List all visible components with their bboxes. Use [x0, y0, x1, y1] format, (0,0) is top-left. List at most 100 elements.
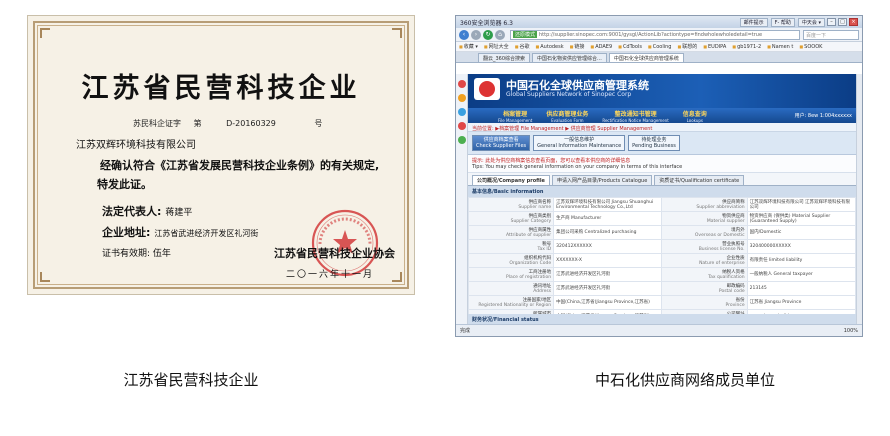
field-label-en: Tax qualification — [708, 274, 745, 280]
valid-label: 证书有效期: — [102, 249, 151, 259]
field-value: 江苏武进经济开发区礼河街 — [553, 267, 663, 282]
field-label: 供应商简称 — [722, 199, 745, 205]
menu-label: 信息查询 — [682, 110, 707, 118]
title-badge[interactable]: 邮件提示 — [739, 17, 768, 27]
check-supplier-files-button[interactable]: 供应商档案查看 Check Supplier Files — [472, 135, 531, 151]
pending-business-button[interactable]: 待处理业务 Pending Business — [628, 135, 680, 151]
field-value: 江苏武进经济开发区礼河街 — [553, 281, 663, 296]
field-label: 邮政编码 — [726, 283, 745, 289]
scrollbar[interactable] — [856, 74, 862, 324]
field-label-en: Place of registration — [505, 274, 552, 280]
sidebar-app-icon[interactable] — [458, 94, 466, 102]
address-bar[interactable]: 还原模式 http://supplier.sinopec.com:9001/gy… — [510, 29, 800, 40]
menu-item-lookups[interactable]: 信息查询 Lookups — [683, 109, 707, 123]
general-info-maintenance-button[interactable]: 一般信息维护 General Information Maintenance — [533, 135, 626, 151]
browser-tab[interactable]: 中国石化物资供应管理综合... — [532, 53, 607, 62]
field-label-cell: 组织机构代码 Organization Code — [468, 253, 555, 268]
bookmark-item[interactable]: EUDIPA — [703, 44, 726, 50]
zoom-level[interactable]: 100% — [844, 328, 858, 334]
field-label-en: Postal code — [718, 288, 745, 294]
search-input[interactable]: 百度一下 — [803, 29, 859, 40]
minimize-icon[interactable]: – — [827, 18, 836, 26]
bookmark-item[interactable]: 收藏 ▾ — [459, 43, 478, 50]
certificate-frame: 江苏省民营科技企业 苏民科企证字 第 D-20160329 号 江苏双辉环境科技… — [33, 21, 409, 289]
function-buttons: 供应商档案查看 Check Supplier Files 一般信息维护 Gene… — [468, 132, 856, 155]
bookmark-item[interactable]: Namen t — [767, 44, 793, 50]
bookmark-item[interactable]: 链接 — [570, 43, 584, 50]
tip-text: 提示: 此处为供应商档案信息查看页面，您可以查看本供应商的详细信息 Tips: … — [468, 155, 856, 173]
field-label-cell: 工商注册地 Place of registration — [468, 267, 555, 282]
bookmark-item[interactable]: SOOOK — [799, 44, 822, 50]
menu-label-en: Evaluation Form — [551, 117, 584, 123]
sidebar-app-icon[interactable] — [458, 136, 466, 144]
certificate-image: 江苏省民营科技企业 苏民科企证字 第 D-20160329 号 江苏双辉环境科技… — [27, 15, 415, 295]
browser-titlebar: 360安全浏览器 6.3 邮件提示 F- 帮助 中天会 ▾ – □ × — [456, 16, 862, 28]
title-badge[interactable]: F- 帮助 — [770, 17, 795, 27]
bookmark-item[interactable]: Autodesk — [535, 44, 563, 50]
forward-icon[interactable]: › — [471, 29, 481, 40]
tab-products-catalogue[interactable]: 申请入网产品目录/Products Catalogue — [551, 175, 653, 185]
bookmark-item[interactable]: gb1971-2 — [732, 44, 761, 50]
sidebar-app-icon[interactable] — [458, 108, 466, 116]
close-icon[interactable]: × — [849, 18, 858, 26]
financial-status-header: 财务状况/Financial status — [468, 314, 856, 324]
bookmark-item[interactable]: Cooling — [648, 44, 672, 50]
field-label-en: Overseas or Domestic — [694, 232, 745, 238]
user-info: 用户: 8ew 1:004xxxxxx — [794, 113, 852, 119]
home-icon[interactable]: ⌂ — [495, 29, 505, 40]
field-label: 工商注册地 — [528, 269, 552, 275]
menu-label-en: Rectification Notice Management — [602, 117, 669, 123]
field-label-en: Supplier name — [518, 204, 552, 210]
field-label-cell: 通讯地址 Address — [468, 281, 555, 296]
address-url: http://supplier.sinopec.com:9001/gysgl/A… — [539, 31, 763, 38]
menu-item-rectification[interactable]: 整改通知书管理 Rectification Notice Management — [602, 109, 668, 123]
browser-tabbar: 翻云_360综合搜索 中国石化物资供应管理综合... 中国石化全球供应商管理系统 — [456, 52, 862, 63]
sidebar-app-icon[interactable] — [458, 80, 466, 88]
tab-company-profile[interactable]: 公司概况/Company profile — [472, 175, 550, 185]
button-label-en: Pending Business — [632, 143, 676, 149]
bookmark-item[interactable]: ADAE9 — [590, 44, 612, 50]
refresh-icon[interactable]: ↻ — [483, 29, 493, 40]
browser-tab[interactable]: 翻云_360综合搜索 — [478, 53, 531, 62]
frame-corner — [40, 28, 50, 38]
menu-label-en: File Management — [498, 117, 533, 123]
bookmark-item[interactable]: 联想的 — [677, 43, 697, 50]
field-label-cell: 税号 Tax ID — [468, 239, 555, 254]
table-row: 通讯地址 Address 江苏武进经济开发区礼河街 邮政编码 Postal code 21… — [468, 281, 856, 296]
tab-qualification[interactable]: 资质证书/Qualification certificate — [654, 175, 745, 185]
table-row: 注册国家/地区 Registered Nationality or Region 中… — [468, 295, 856, 310]
status-text: 完成 — [460, 328, 471, 334]
field-value: 有限责任 limited liability — [746, 253, 856, 268]
rep-value: 蒋建平 — [165, 208, 193, 218]
caption-right: 中石化供应商网络成员单位 — [594, 371, 775, 389]
maximize-icon[interactable]: □ — [838, 18, 847, 26]
field-label: 营业执照号 — [722, 241, 745, 247]
certificate-number-value: D-20160329 — [226, 119, 276, 128]
certificate-issuer: 江苏省民营科技企业协会 — [274, 247, 395, 260]
field-label-en: Province — [725, 302, 745, 308]
basic-info-header: 基本信息/Basic information — [468, 186, 856, 197]
field-label-en: Tax ID — [537, 246, 552, 252]
certificate-title: 江苏省民营科技企业 — [81, 73, 361, 104]
back-icon[interactable]: ‹ — [459, 29, 469, 40]
bookmark-item[interactable]: CdTools — [618, 44, 642, 50]
breadcrumb: 当前位置: ▶档案管理 File Management ▶ 供应商管理 Supp… — [468, 123, 856, 132]
field-label-en: Organization Code — [509, 260, 552, 266]
menu-item-file-management[interactable]: 档案管理 File Management — [498, 109, 532, 123]
sidebar-app-icon[interactable] — [458, 122, 466, 130]
menu-item-evaluation[interactable]: 供应商管理业务 Evaluation Form — [546, 109, 588, 123]
title-badge[interactable]: 中天会 ▾ — [797, 17, 825, 27]
field-label-cell: 供应商名称 Supplier name — [468, 197, 555, 212]
browser-tab-active[interactable]: 中国石化全球供应商管理系统 — [608, 53, 684, 62]
field-value: 集团公司采购 Centralized purchasing — [553, 225, 663, 240]
basic-info-table: 供应商名称 Supplier name 江苏双辉环境科技有限公司 Jiangsu S… — [468, 197, 856, 324]
certificate-inner-frame: 江苏省民营科技企业 苏民科企证字 第 D-20160329 号 江苏双辉环境科技… — [37, 25, 405, 285]
button-label-en: Check Supplier Files — [476, 143, 527, 149]
tip-en: Tips: You may check general information … — [472, 164, 683, 170]
field-label-cell: 纳税人资格 Tax qualification — [661, 267, 748, 282]
bookmark-item[interactable]: 网址大全 — [484, 43, 509, 50]
field-value: 320412XXXXXX — [553, 239, 663, 254]
field-label-en: Material supplier — [706, 218, 745, 224]
table-row: 供应商属性 Attribute of supplier 集团公司采购 Central… — [468, 225, 856, 240]
bookmark-item[interactable]: 谷歌 — [515, 43, 529, 50]
